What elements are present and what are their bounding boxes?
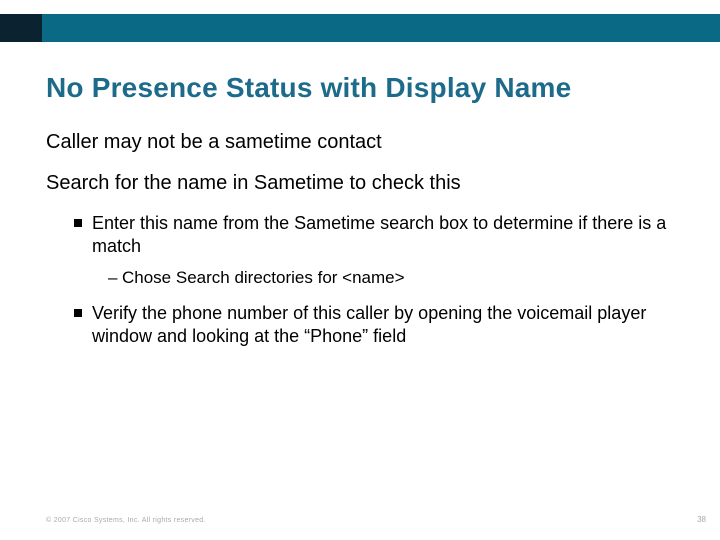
sub-bullet-1: Chose Search directories for <name> bbox=[108, 267, 676, 288]
body-paragraph-2: Search for the name in Sametime to check… bbox=[46, 171, 676, 196]
slide-top-bar-accent bbox=[0, 14, 42, 42]
bullet-item-2-text: Verify the phone number of this caller b… bbox=[92, 303, 646, 346]
body-paragraph-1: Caller may not be a sametime contact bbox=[46, 130, 676, 155]
slide-title: No Presence Status with Display Name bbox=[46, 72, 676, 104]
bullet-item-1-text: Enter this name from the Sametime search… bbox=[92, 213, 666, 256]
footer-copyright: © 2007 Cisco Systems, Inc. All rights re… bbox=[46, 517, 206, 524]
bullet-list: Enter this name from the Sametime search… bbox=[74, 212, 676, 347]
slide-top-bar bbox=[0, 14, 720, 42]
bullet-item-2: Verify the phone number of this caller b… bbox=[74, 302, 676, 347]
footer-page-number: 38 bbox=[697, 515, 706, 524]
slide-body: Caller may not be a sametime contact Sea… bbox=[46, 130, 676, 361]
bullet-item-1: Enter this name from the Sametime search… bbox=[74, 212, 676, 288]
